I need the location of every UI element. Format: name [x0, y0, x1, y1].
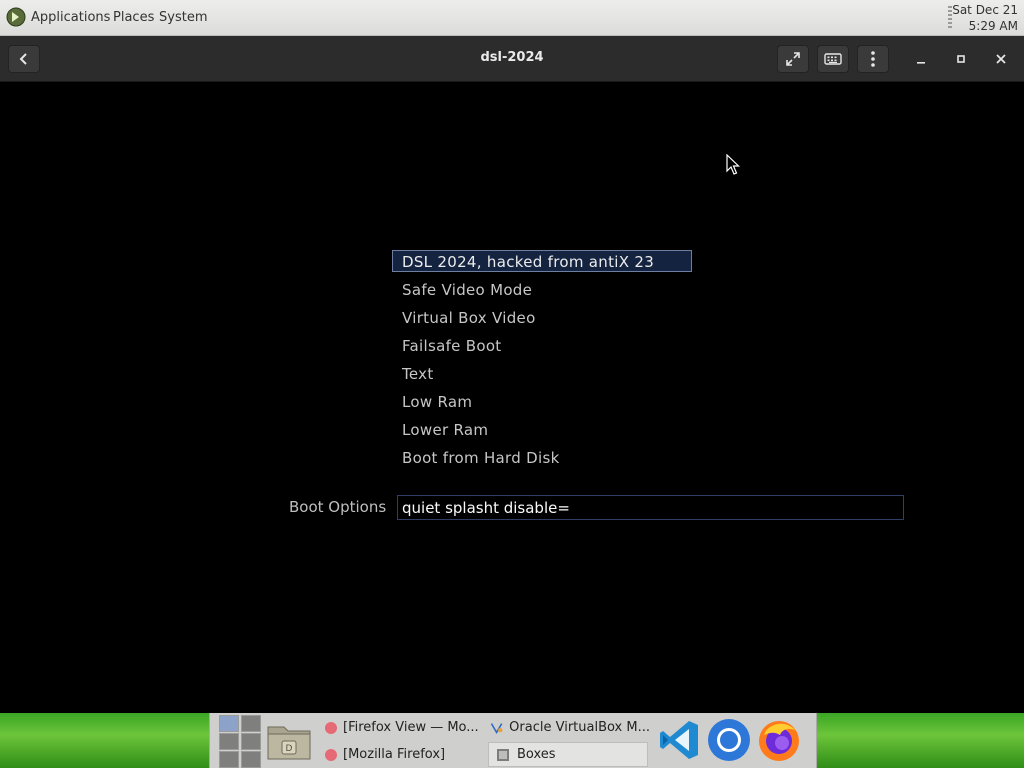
firefox-icon [325, 748, 337, 761]
boot-entry[interactable]: Virtual Box Video [402, 309, 536, 327]
menu-button[interactable] [857, 45, 889, 73]
close-icon [996, 54, 1006, 64]
firefox-icon [325, 721, 337, 734]
task-firefox-view[interactable]: [Firefox View — Mo... [325, 715, 485, 740]
system-menu[interactable]: System [159, 10, 207, 25]
boot-entry[interactable]: Text [402, 365, 434, 383]
virtualbox-icon [490, 722, 503, 734]
task-boxes[interactable]: Boxes [488, 742, 648, 767]
minimize-icon [917, 62, 925, 64]
close-button[interactable] [985, 45, 1017, 73]
top-panel: Applications Places System Sat Dec 21 5:… [0, 0, 1024, 36]
svg-text:D: D [286, 744, 293, 754]
task-mozilla-firefox[interactable]: [Mozilla Firefox] [325, 742, 485, 767]
task-label: Oracle VirtualBox M... [509, 720, 650, 735]
boot-options-input[interactable]: quiet splasht disable= [397, 495, 904, 520]
task-label: Boxes [517, 747, 556, 762]
maximize-button[interactable] [945, 45, 977, 73]
places-menu[interactable]: Places [113, 10, 154, 25]
desktop-wallpaper-right [815, 713, 1024, 768]
boot-entry[interactable]: Lower Ram [402, 421, 488, 439]
clock-date: Sat Dec 21 [952, 3, 1018, 17]
firefox-icon[interactable] [756, 717, 802, 763]
task-virtualbox[interactable]: Oracle VirtualBox M... [490, 715, 650, 740]
workspace-4[interactable] [241, 733, 261, 750]
clock-time: 5:29 AM [968, 19, 1018, 33]
task-label: [Firefox View — Mo... [343, 720, 479, 735]
kebab-menu-icon [871, 51, 875, 67]
applications-menu[interactable]: Applications [31, 10, 110, 25]
vscode-icon[interactable] [656, 717, 702, 763]
workspace-2[interactable] [241, 715, 261, 732]
boot-options-label: Boot Options [289, 498, 387, 516]
boot-entry[interactable]: Failsafe Boot [402, 337, 502, 355]
boot-entry[interactable]: Safe Video Mode [402, 281, 532, 299]
workspace-1[interactable] [219, 715, 239, 732]
clock[interactable]: Sat Dec 21 5:29 AM [952, 2, 1018, 34]
window-header: dsl-2024 [0, 36, 1024, 82]
keyboard-icon [824, 53, 842, 65]
boot-entry-selected[interactable]: DSL 2024, hacked from antiX 23 [392, 250, 692, 272]
workspace-6[interactable] [241, 751, 261, 768]
workspace-3[interactable] [219, 733, 239, 750]
workspace-5[interactable] [219, 751, 239, 768]
folder-icon[interactable]: D [266, 719, 312, 761]
desktop-wallpaper-left [0, 713, 209, 768]
mate-logo-icon[interactable] [6, 7, 26, 27]
boxes-icon [497, 748, 509, 761]
maximize-icon [957, 55, 965, 63]
fullscreen-button[interactable] [777, 45, 809, 73]
boot-entry[interactable]: Low Ram [402, 393, 472, 411]
chromium-icon[interactable] [706, 717, 752, 763]
minimize-button[interactable] [905, 45, 937, 73]
fullscreen-icon [786, 52, 800, 66]
keyboard-button[interactable] [817, 45, 849, 73]
boot-entry[interactable]: Boot from Hard Disk [402, 449, 560, 467]
mouse-pointer-icon [726, 154, 740, 175]
task-label: [Mozilla Firefox] [343, 747, 446, 762]
